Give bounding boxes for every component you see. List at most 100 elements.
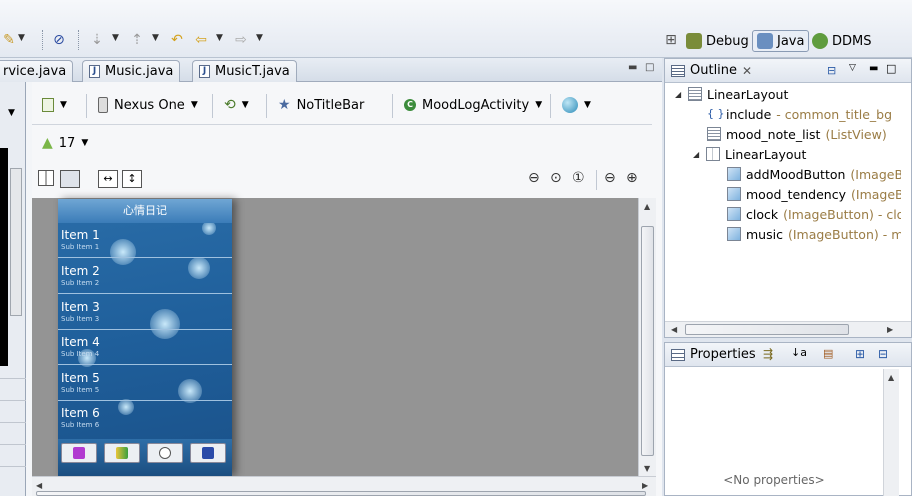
chevron-down-icon[interactable]: ▼ [112,33,119,43]
outline-row[interactable]: mood_tendency (ImageBu [727,184,912,204]
api-level-dropdown[interactable]: ▲ 17 ▼ [42,130,88,156]
perspective-debug[interactable]: Debug [682,30,753,52]
minimize-icon[interactable]: ▬ [628,62,637,73]
config-dropdown[interactable]: ▼ [42,92,67,118]
scrollbar-thumb[interactable] [641,226,654,456]
scroll-left-icon[interactable]: ◀ [36,481,42,490]
chevron-down-icon[interactable]: ▼ [18,33,25,43]
music-button[interactable] [190,443,226,463]
collapse-all-icon[interactable]: ⊟ [827,64,836,77]
maximize-icon[interactable]: □ [645,62,654,73]
scroll-right-icon[interactable]: ▶ [642,481,648,490]
properties-vertical-scrollbar[interactable]: ▲ [883,369,899,496]
scroll-up-icon[interactable]: ▲ [888,373,894,382]
chevron-down-icon[interactable]: ▼ [8,108,15,118]
phone-button-bar [58,439,232,476]
outline-row[interactable]: addMoodButton (ImageB [727,164,903,184]
scrollbar-thumb[interactable] [685,324,849,335]
zoom-out-icon[interactable]: ⊖ [604,170,616,186]
open-perspective-icon[interactable]: ⊞ [662,31,680,49]
no-properties-text: <No properties> [723,473,825,487]
outline-row[interactable]: mood_note_list (ListView) [707,124,887,144]
properties-title-bar: Properties ⇶ ↓a ▤ ⊞ ⊟ [665,343,911,367]
locale-dropdown[interactable]: ▼ [562,92,591,118]
chevron-down-icon[interactable]: ▼ [256,33,263,43]
split-vertical-icon[interactable] [38,170,54,186]
tab-musict-java[interactable]: J MusicT.java [192,60,297,82]
list-item[interactable]: Item 3 Sub Item 3 [58,295,232,330]
tab-service-java[interactable]: rvice.java [0,60,74,82]
brush-icon[interactable]: ✎ [0,31,18,49]
back-arrow-icon[interactable]: ⇦ [192,31,210,49]
chevron-down-icon: ▼ [535,100,543,110]
next-annotation-icon[interactable]: ⇣ [88,31,106,49]
collapse-all-icon[interactable]: ⊟ [878,347,888,361]
list-item[interactable]: Item 2 Sub Item 2 [58,259,232,294]
tab-music-java[interactable]: J Music.java [82,60,181,82]
device-dropdown[interactable]: Nexus One ▼ [98,92,198,118]
clock-button[interactable] [147,443,183,463]
zoom-fit-icon[interactable]: ⊖ [528,170,540,186]
phone-title-bar: 心情日记 [58,199,232,223]
scroll-down-icon[interactable]: ▼ [644,464,650,473]
fill-width-icon[interactable]: ↔ [98,170,118,188]
scrollbar-thumb[interactable] [10,168,22,316]
list-item[interactable]: Item 1 Sub Item 1 [58,223,232,258]
outline-row[interactable]: ◢ LinearLayout [693,144,806,164]
scroll-left-icon[interactable]: ◀ [671,325,677,334]
main-toolbar: ✎ ▼ ⊘ ⇣ ▼ ⇡ ▼ ↶ ⇦ ▼ ⇨ ▼ ⊞ Debug Java DDM… [0,0,912,58]
fill-height-icon[interactable]: ↕ [122,170,142,188]
add-mood-button[interactable] [61,443,97,463]
editor-tabs: rvice.java J Music.java J MusicT.java ▬ … [0,58,662,82]
mood-tendency-button[interactable] [104,443,140,463]
canvas-horizontal-scrollbar[interactable]: ◀ ▶ [32,476,656,496]
activity-icon: C [404,99,416,111]
expanded-arrow-icon[interactable]: ◢ [693,150,701,159]
listview-icon [707,127,721,141]
forward-arrow-icon[interactable]: ⇨ [232,31,250,49]
canvas-vertical-scrollbar[interactable]: ▲ ▼ [638,198,656,476]
list-item[interactable]: Item 4 Sub Item 4 [58,330,232,365]
outline-row[interactable]: clock (ImageButton) - cloc [727,204,911,224]
phone-icon [98,97,108,113]
outline-row[interactable]: { } include - common_title_bg [707,104,892,124]
perspective-java[interactable]: Java [752,30,810,52]
outline-row[interactable]: ◢ LinearLayout [675,84,788,104]
orientation-dropdown[interactable]: ⟲ ▼ [224,92,249,118]
list-item[interactable]: Item 5 Sub Item 5 [58,366,232,401]
expanded-arrow-icon[interactable]: ◢ [675,90,683,99]
maximize-icon[interactable]: □ [886,62,896,75]
java-file-icon: J [199,65,210,78]
prev-annotation-icon[interactable]: ⇡ [128,31,146,49]
zoom-in-icon[interactable]: ⊕ [626,170,638,186]
skip-breakpoints-icon[interactable]: ⊘ [50,31,68,49]
advanced-icon[interactable]: ▤ [823,347,833,360]
clock-icon [159,447,171,459]
scroll-up-icon[interactable]: ▲ [644,202,650,211]
chevron-down-icon[interactable]: ▼ [216,33,223,43]
outline-row[interactable]: music (ImageButton) - mu [727,224,911,244]
view-menu-icon[interactable]: ▽ [849,63,856,73]
expand-all-icon[interactable]: ⊞ [855,347,865,361]
phone-preview[interactable]: 心情日记 Item 1 Sub Item 1 Item 2 Sub Item 2… [58,199,232,476]
minimize-icon[interactable]: ▬ [869,63,878,74]
last-edit-icon[interactable]: ↶ [168,31,186,49]
split-horizontal-icon[interactable] [60,170,80,188]
scroll-right-icon[interactable]: ▶ [887,325,893,334]
outline-title-bar: Outline ✕ ⊟ ▽ ▬ □ [665,59,911,83]
perspective-ddms[interactable]: DDMS [808,30,876,52]
zoom-real-size-icon[interactable]: ⊙ [550,170,562,186]
properties-panel: Properties ⇶ ↓a ▤ ⊞ ⊟ ▲ <No properties> [664,342,912,496]
theme-dropdown[interactable]: ★ NoTitleBar [278,92,364,118]
activity-dropdown[interactable]: C MoodLogActivity ▼ [404,92,542,118]
filter-icon[interactable]: ⇶ [763,347,773,361]
scrollbar-thumb[interactable] [36,491,646,496]
close-icon[interactable]: ✕ [742,64,752,78]
list-item[interactable]: Item 6 Sub Item 6 [58,401,232,436]
outline-horizontal-scrollbar[interactable]: ◀ ▶ [665,321,911,337]
zoom-100-icon[interactable]: ① [572,170,585,186]
linear-layout-icon [706,147,720,161]
java-file-icon: J [89,65,100,78]
sort-az-icon[interactable]: ↓a [791,346,807,359]
chevron-down-icon[interactable]: ▼ [152,33,159,43]
